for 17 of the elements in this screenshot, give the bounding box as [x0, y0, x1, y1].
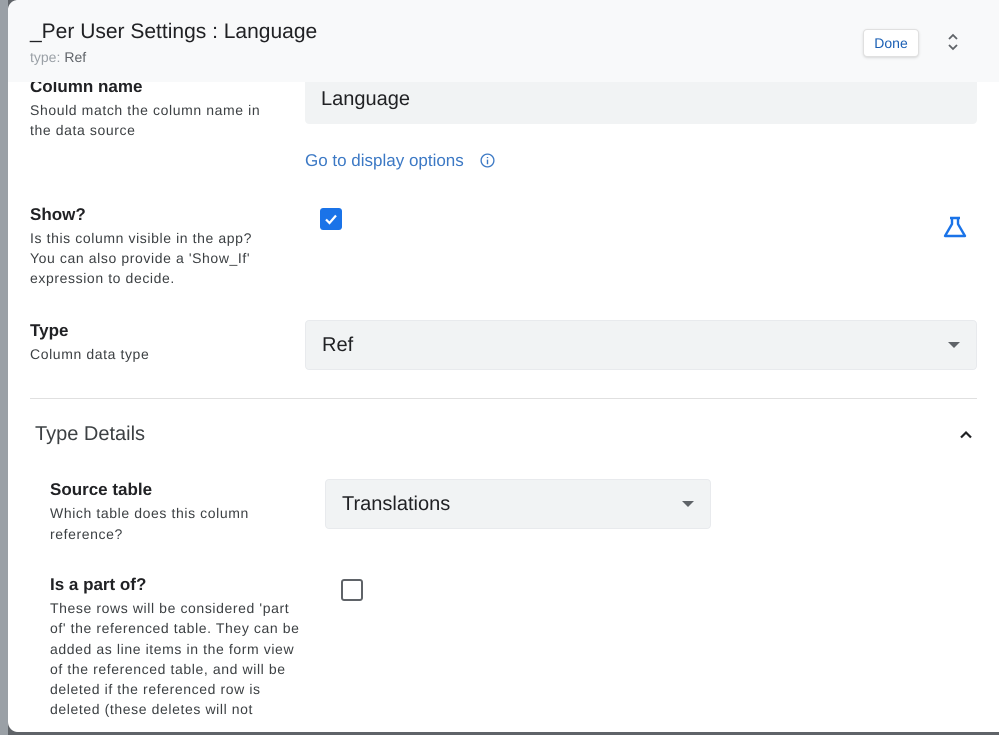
select-field[interactable]: Translations [325, 479, 711, 530]
select-field[interactable]: Ref [305, 320, 977, 370]
subtitle-value: Ref [64, 48, 86, 66]
dialog-title: _Per User Settings : Language [30, 19, 318, 45]
field-description: Is this column visible in the app? You can also provide a 'Show_If' expression to decide. [30, 228, 253, 288]
field-label: Show? [30, 204, 87, 226]
field-label: Type [30, 320, 70, 342]
field-description: These rows will be considered 'part of' the referenced table. They can be added as line items in the form view of the referenced table, and will be deleted if the referenced row is deleted (these deletes will not [50, 598, 300, 720]
done-button[interactable]: Done [863, 29, 919, 57]
field-label: Is a part of? [50, 574, 148, 596]
section-title: Type Details [35, 422, 146, 448]
field-description: Column data type [30, 345, 150, 364]
subtitle-label: type: [30, 48, 60, 66]
field-description: Which table does this column reference? [50, 504, 250, 544]
display-options-link[interactable]: Go to display options [305, 148, 464, 174]
field-description: Should match the column name in the data source [30, 101, 262, 140]
field-label: Source table [50, 479, 154, 502]
